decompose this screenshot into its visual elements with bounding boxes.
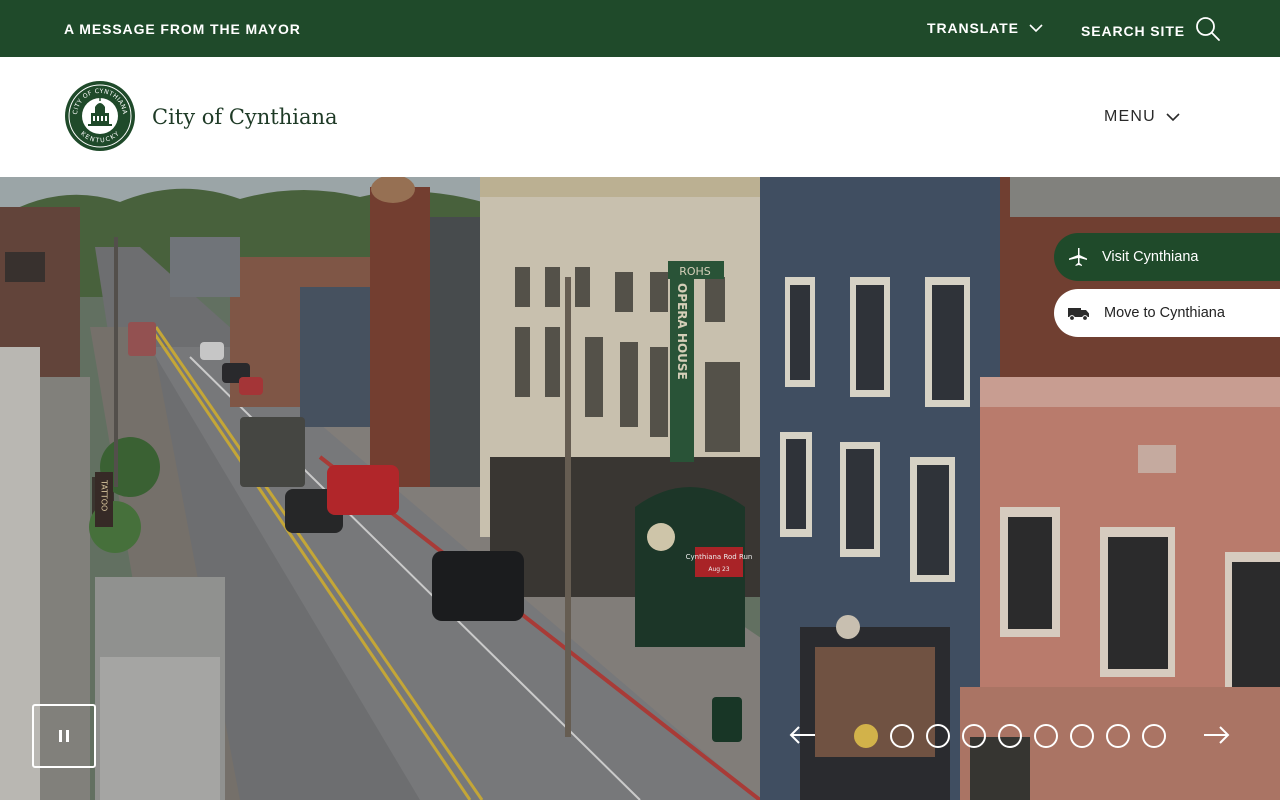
slide-dot[interactable] <box>854 724 878 748</box>
arrow-right-icon <box>1204 726 1230 744</box>
city-seal-logo[interactable]: CITY OF CYNTHIANA KENTUCKY <box>64 80 136 152</box>
slide-dot[interactable] <box>1070 724 1094 748</box>
slide-dot[interactable] <box>926 724 950 748</box>
airplane-icon <box>1069 248 1087 266</box>
search-icon <box>1196 17 1220 41</box>
slide-dot[interactable] <box>998 724 1022 748</box>
chevron-down-icon <box>1029 23 1043 32</box>
visit-cynthiana-label: Visit Cynthiana <box>1102 249 1199 265</box>
arrow-left-icon <box>789 726 815 744</box>
move-to-cynthiana-label: Move to Cynthiana <box>1104 305 1225 321</box>
move-to-cynthiana-button[interactable]: Move to Cynthiana <box>1054 289 1280 337</box>
translate-button[interactable]: TRANSLATE <box>927 20 1043 36</box>
menu-label: MENU <box>1104 108 1156 125</box>
pause-slideshow-button[interactable] <box>32 704 96 768</box>
slide-dot[interactable] <box>890 724 914 748</box>
site-title[interactable]: City of Cynthiana <box>152 105 338 129</box>
slide-dot[interactable] <box>1106 724 1130 748</box>
slide-dot[interactable] <box>1034 724 1058 748</box>
mayor-message-link[interactable]: A MESSAGE FROM THE MAYOR <box>64 21 301 37</box>
pause-icon <box>66 730 69 742</box>
main-menu-button[interactable]: MENU <box>1104 108 1180 126</box>
pause-icon <box>59 730 62 742</box>
slide-dot[interactable] <box>1142 724 1166 748</box>
next-slide-button[interactable] <box>1202 723 1230 747</box>
slide-dot[interactable] <box>962 724 986 748</box>
search-site-button[interactable]: SEARCH SITE <box>1081 16 1221 42</box>
site-header: CITY OF CYNTHIANA KENTUCKY City of Cynth… <box>0 57 1280 177</box>
visit-cynthiana-button[interactable]: Visit Cynthiana <box>1054 233 1280 281</box>
top-utility-bar: A MESSAGE FROM THE MAYOR TRANSLATE SEARC… <box>0 0 1280 57</box>
moving-truck-icon <box>1068 308 1089 321</box>
hero-slideshow: ROHS OPERA HOUSE Cynthiana Rod Run Aug 2… <box>0 177 1280 800</box>
chevron-down-icon <box>1166 112 1180 121</box>
search-label: SEARCH SITE <box>1081 23 1186 39</box>
translate-label: TRANSLATE <box>927 20 1019 36</box>
previous-slide-button[interactable] <box>789 723 817 747</box>
